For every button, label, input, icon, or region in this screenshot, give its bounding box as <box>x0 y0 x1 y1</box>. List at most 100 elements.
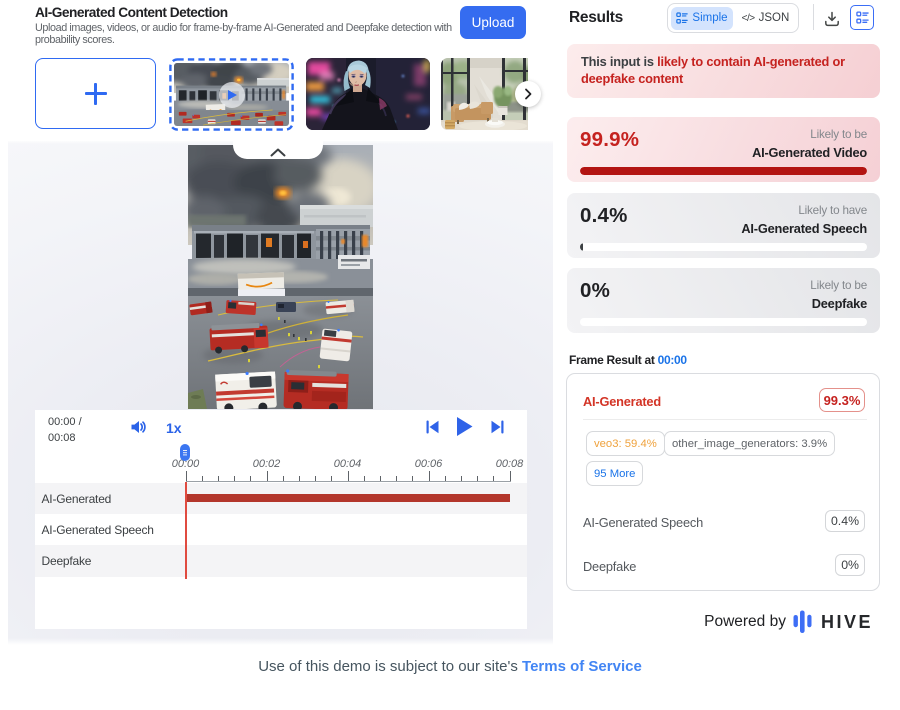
skip-previous-button[interactable] <box>425 420 440 434</box>
warehouse-fire-video-image <box>188 145 373 409</box>
selection-dashed-border <box>169 58 294 131</box>
playback-speed-button[interactable]: 1x <box>166 420 182 436</box>
ai-generated-label: AI-Generated <box>583 394 661 409</box>
score-likely-label: Likely to be <box>810 279 867 292</box>
tab-simple[interactable]: Simple <box>671 7 733 30</box>
download-icon <box>824 11 840 27</box>
frame-time-link[interactable]: 00:00 <box>658 353 687 367</box>
page: AI-Generated Content Detection Upload im… <box>0 0 900 710</box>
ruler-label: 00:08 <box>485 458 535 470</box>
score-name-label: Deepfake <box>812 296 867 311</box>
timeline-row-deepfake: Deepfake <box>35 545 527 577</box>
time-current: 00:00 / <box>48 415 82 431</box>
ruler-tick-major <box>429 471 430 481</box>
skip-previous-icon <box>425 420 440 434</box>
ruler-tick-major <box>348 471 349 481</box>
score-card-deepfake: 0% Likely to be Deepfake <box>567 268 880 333</box>
scrubber-handle[interactable] <box>180 444 191 461</box>
results-title: Results <box>569 9 623 27</box>
tab-simple-label: Simple <box>692 12 727 24</box>
powered-by-hive: Powered by HIVE <box>566 608 873 636</box>
carousel-next-button[interactable] <box>515 81 541 107</box>
result-options-button[interactable] <box>850 5 874 30</box>
hive-logo-icon <box>793 610 814 634</box>
ballot-icon-blue <box>856 11 869 24</box>
deepfake-score-badge: 0% <box>835 554 865 576</box>
speech-label: AI-Generated Speech <box>583 515 703 530</box>
alert-prefix: This input is <box>581 54 657 69</box>
chip-other-image-generators: other_image_generators: 3.9% <box>664 431 835 456</box>
deepfake-label: Deepfake <box>583 559 636 574</box>
frame-result-card: AI-Generated 99.3% veo3: 59.4% other_ima… <box>566 373 880 591</box>
code-icon: </> <box>742 13 755 24</box>
download-button[interactable] <box>824 11 840 27</box>
score-percentage: 99.9% <box>580 128 639 152</box>
chip-veo3: veo3: 59.4% <box>586 431 665 456</box>
ruler-label: 00:04 <box>323 458 373 470</box>
frame-result-label: Frame Result at 00:00 <box>569 353 687 367</box>
page-subtitle: Upload images, videos, or audio for fram… <box>35 23 460 46</box>
thumbnail-carousel <box>35 58 528 131</box>
ruler-label: 00:02 <box>242 458 292 470</box>
score-name-label: AI-Generated Video <box>752 145 867 160</box>
add-media-button[interactable] <box>35 58 156 129</box>
speech-score-badge: 0.4% <box>825 510 865 532</box>
powered-by-text: Powered by <box>704 613 786 631</box>
score-bar-fill <box>580 243 583 251</box>
play-button[interactable] <box>454 416 474 437</box>
divider <box>583 419 867 420</box>
score-bar-fill <box>580 167 867 175</box>
score-bar <box>580 318 867 326</box>
ruler-baseline <box>186 481 511 482</box>
page-title: AI-Generated Content Detection <box>35 5 228 20</box>
tab-json[interactable]: </> JSON <box>733 7 798 30</box>
chevron-right-icon <box>522 88 534 100</box>
cyberpunk-thumbnail-image <box>306 58 430 130</box>
plus-icon <box>85 83 107 105</box>
header-divider <box>813 4 814 30</box>
skip-next-button[interactable] <box>490 420 505 434</box>
frame-result-label-text: Frame Result at <box>569 353 658 367</box>
ruler-tick-major <box>510 471 511 481</box>
collapse-panel-button[interactable] <box>233 136 323 159</box>
thumbnail-cyberpunk-portrait[interactable] <box>306 58 430 130</box>
hive-wordmark: HIVE <box>821 612 873 633</box>
ruler-tick-major <box>186 471 187 481</box>
score-bar <box>580 167 867 175</box>
score-name-label: AI-Generated Speech <box>741 221 867 236</box>
score-likely-label: Likely to be <box>810 128 867 141</box>
volume-icon <box>130 419 147 435</box>
volume-button[interactable] <box>130 419 147 435</box>
footer-disclaimer: Use of this demo is subject to our site'… <box>0 658 900 675</box>
thumbnail-warehouse-video-selected[interactable] <box>169 58 294 131</box>
score-card-ai-generated-speech: 0.4% Likely to have AI-Generated Speech <box>567 193 880 258</box>
alert-text: This input is likely to contain AI-gener… <box>581 54 874 87</box>
timeline-row-label: Deepfake <box>42 554 92 568</box>
score-card-ai-generated-video: 99.9% Likely to be AI-Generated Video <box>567 117 880 182</box>
view-toggle: Simple </> JSON <box>667 3 799 33</box>
playhead-line <box>185 482 187 579</box>
footer-text: Use of this demo is subject to our site'… <box>258 658 522 675</box>
play-icon <box>454 416 474 437</box>
ruler-label: 00:06 <box>404 458 454 470</box>
upload-button[interactable]: Upload <box>460 6 526 39</box>
chevron-up-icon <box>270 148 286 157</box>
ai-generated-score-badge: 99.3% <box>819 388 865 412</box>
chip-95-more[interactable]: 95 More <box>586 461 643 486</box>
time-display: 00:00 / 00:08 <box>48 415 82 446</box>
score-percentage: 0.4% <box>580 204 628 228</box>
score-bar <box>580 243 867 251</box>
alert-banner: This input is likely to contain AI-gener… <box>567 44 880 98</box>
terms-of-service-link[interactable]: Terms of Service <box>522 658 642 675</box>
timeline-row-label: AI-Generated Speech <box>42 523 154 537</box>
video-frame[interactable] <box>188 145 373 409</box>
ballot-icon <box>676 12 688 24</box>
score-likely-label: Likely to have <box>798 204 867 217</box>
video-player-controls: 00:00 / 00:08 1x <box>35 410 527 629</box>
tab-json-label: JSON <box>759 12 790 24</box>
timeline-row-label: AI-Generated <box>42 492 112 506</box>
ruler-tick-major <box>267 471 268 481</box>
skip-next-icon <box>490 420 505 434</box>
timeline-row-ai-generated-speech: AI-Generated Speech <box>35 514 527 545</box>
ai-generated-detection-segment <box>186 494 511 502</box>
